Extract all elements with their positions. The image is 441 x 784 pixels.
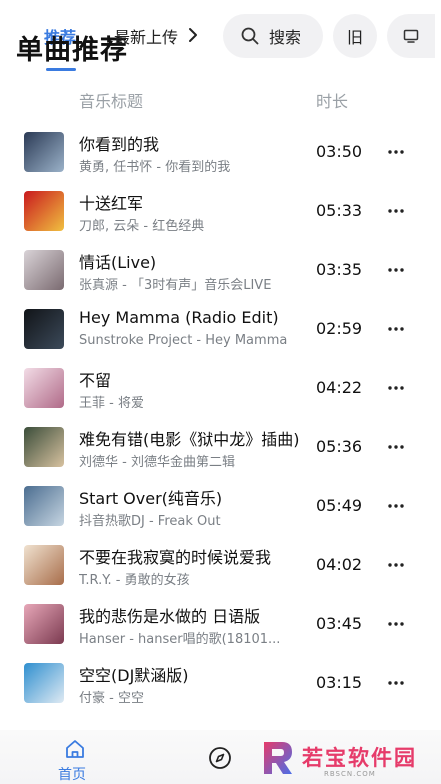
search-label: 搜索 — [269, 28, 302, 47]
column-header-title: 音乐标题 — [79, 92, 144, 111]
more-icon[interactable] — [386, 555, 406, 575]
song-row[interactable]: Hey Mamma (Radio Edit) Sunstroke Project… — [0, 299, 441, 357]
song-row[interactable]: 空空(DJ默涵版) 付豪 - 空空 03:15 — [0, 653, 441, 711]
song-artist-album: Hanser - hanser唱的歌(18101... — [79, 632, 281, 647]
tv-button[interactable] — [387, 14, 435, 58]
song-row[interactable]: 你看到的我 黄勇, 任书怀 - 你看到的我 03:50 — [0, 122, 441, 180]
song-row[interactable]: 十送红军 刀郎, 云朵 - 红色经典 05:33 — [0, 181, 441, 239]
album-cover — [24, 132, 64, 172]
column-header-duration: 时长 — [316, 92, 349, 111]
album-cover — [24, 309, 64, 349]
song-row[interactable]: 难免有错(电影《狱中龙》插曲) 刘德华 - 刘德华金曲第二辑 05:36 — [0, 417, 441, 475]
song-artist-album: 付豪 - 空空 — [79, 691, 144, 706]
song-duration: 03:15 — [316, 673, 363, 692]
song-row[interactable]: 我的悲伤是水做的 日语版 Hanser - hanser唱的歌(18101...… — [0, 594, 441, 652]
search-icon — [241, 27, 259, 45]
watermark: 若宝软件园 RBSCN.COM — [258, 738, 438, 782]
album-cover — [24, 663, 64, 703]
song-artist-album: 抖音热歌DJ - Freak Out — [79, 514, 221, 529]
song-title: 你看到的我 — [79, 135, 160, 154]
album-cover — [24, 191, 64, 231]
song-row[interactable]: Start Over(纯音乐) 抖音热歌DJ - Freak Out 05:49 — [0, 476, 441, 534]
watermark-text: 若宝软件园 — [302, 746, 417, 770]
chevron-right-icon[interactable] — [184, 24, 202, 46]
more-icon[interactable] — [386, 378, 406, 398]
bottom-nav: 首页 若宝软件园 RBSCN.COM — [0, 730, 441, 784]
song-duration: 03:35 — [316, 260, 363, 279]
song-row[interactable]: 情话(Live) 张真源 - 「3时有声」音乐会LIVE 03:35 — [0, 240, 441, 298]
song-artist-album: 王菲 - 将爱 — [79, 396, 144, 411]
song-duration: 05:49 — [316, 496, 363, 515]
song-duration: 05:33 — [316, 201, 363, 220]
album-cover — [24, 545, 64, 585]
song-duration: 03:45 — [316, 614, 363, 633]
song-duration: 04:22 — [316, 378, 363, 397]
more-icon[interactable] — [386, 673, 406, 693]
more-icon[interactable] — [386, 496, 406, 516]
song-title: 十送红军 — [79, 194, 144, 213]
song-title: 不留 — [79, 371, 112, 390]
more-icon[interactable] — [386, 319, 406, 339]
song-artist-album: Sunstroke Project - Hey Mamma — [79, 333, 288, 348]
song-title: 情话(Live) — [79, 253, 157, 272]
song-artist-album: 刘德华 - 刘德华金曲第二辑 — [79, 455, 235, 470]
album-cover — [24, 486, 64, 526]
song-title: 我的悲伤是水做的 日语版 — [79, 607, 261, 626]
song-row[interactable]: 不要在我寂寞的时候说爱我 T.R.Y. - 勇敢的女孩 04:02 — [0, 535, 441, 593]
tv-icon — [403, 29, 419, 43]
nav-home[interactable]: 首页 — [56, 738, 96, 783]
song-artist-album: 刀郎, 云朵 - 红色经典 — [79, 219, 205, 234]
album-cover — [24, 604, 64, 644]
tab-latest[interactable]: 最新上传 — [114, 24, 180, 48]
song-duration: 02:59 — [316, 319, 363, 338]
old-label: 旧 — [346, 28, 363, 47]
watermark-logo-icon — [264, 742, 292, 774]
song-title: 不要在我寂寞的时候说爱我 — [79, 548, 272, 567]
song-artist-album: 黄勇, 任书怀 - 你看到的我 — [79, 160, 231, 175]
old-version-button[interactable]: 旧 — [333, 14, 377, 58]
more-icon[interactable] — [386, 201, 406, 221]
search-button[interactable]: 搜索 — [223, 14, 323, 58]
song-artist-album: 张真源 - 「3时有声」音乐会LIVE — [79, 278, 272, 293]
page-title: 单曲推荐 — [16, 35, 128, 66]
album-cover — [24, 250, 64, 290]
more-icon[interactable] — [386, 260, 406, 280]
album-cover — [24, 427, 64, 467]
song-artist-album: T.R.Y. - 勇敢的女孩 — [79, 573, 190, 588]
song-title: Start Over(纯音乐) — [79, 489, 223, 508]
album-cover — [24, 368, 64, 408]
top-bar: 推荐 单曲推荐 最新上传 搜索 旧 — [0, 0, 441, 80]
tab-active-indicator — [46, 68, 76, 71]
watermark-subtext: RBSCN.COM — [324, 770, 376, 778]
song-title: 空空(DJ默涵版) — [79, 666, 189, 685]
nav-home-label: 首页 — [58, 767, 86, 783]
compass-icon[interactable] — [208, 746, 232, 770]
song-title: Hey Mamma (Radio Edit) — [79, 308, 279, 327]
song-duration: 03:50 — [316, 142, 363, 161]
song-duration: 05:36 — [316, 437, 363, 456]
more-icon[interactable] — [386, 437, 406, 457]
more-icon[interactable] — [386, 614, 406, 634]
more-icon[interactable] — [386, 142, 406, 162]
song-row[interactable]: 不留 王菲 - 将爱 04:22 — [0, 358, 441, 416]
song-duration: 04:02 — [316, 555, 363, 574]
home-icon — [66, 740, 84, 758]
song-title: 难免有错(电影《狱中龙》插曲) — [79, 430, 300, 449]
